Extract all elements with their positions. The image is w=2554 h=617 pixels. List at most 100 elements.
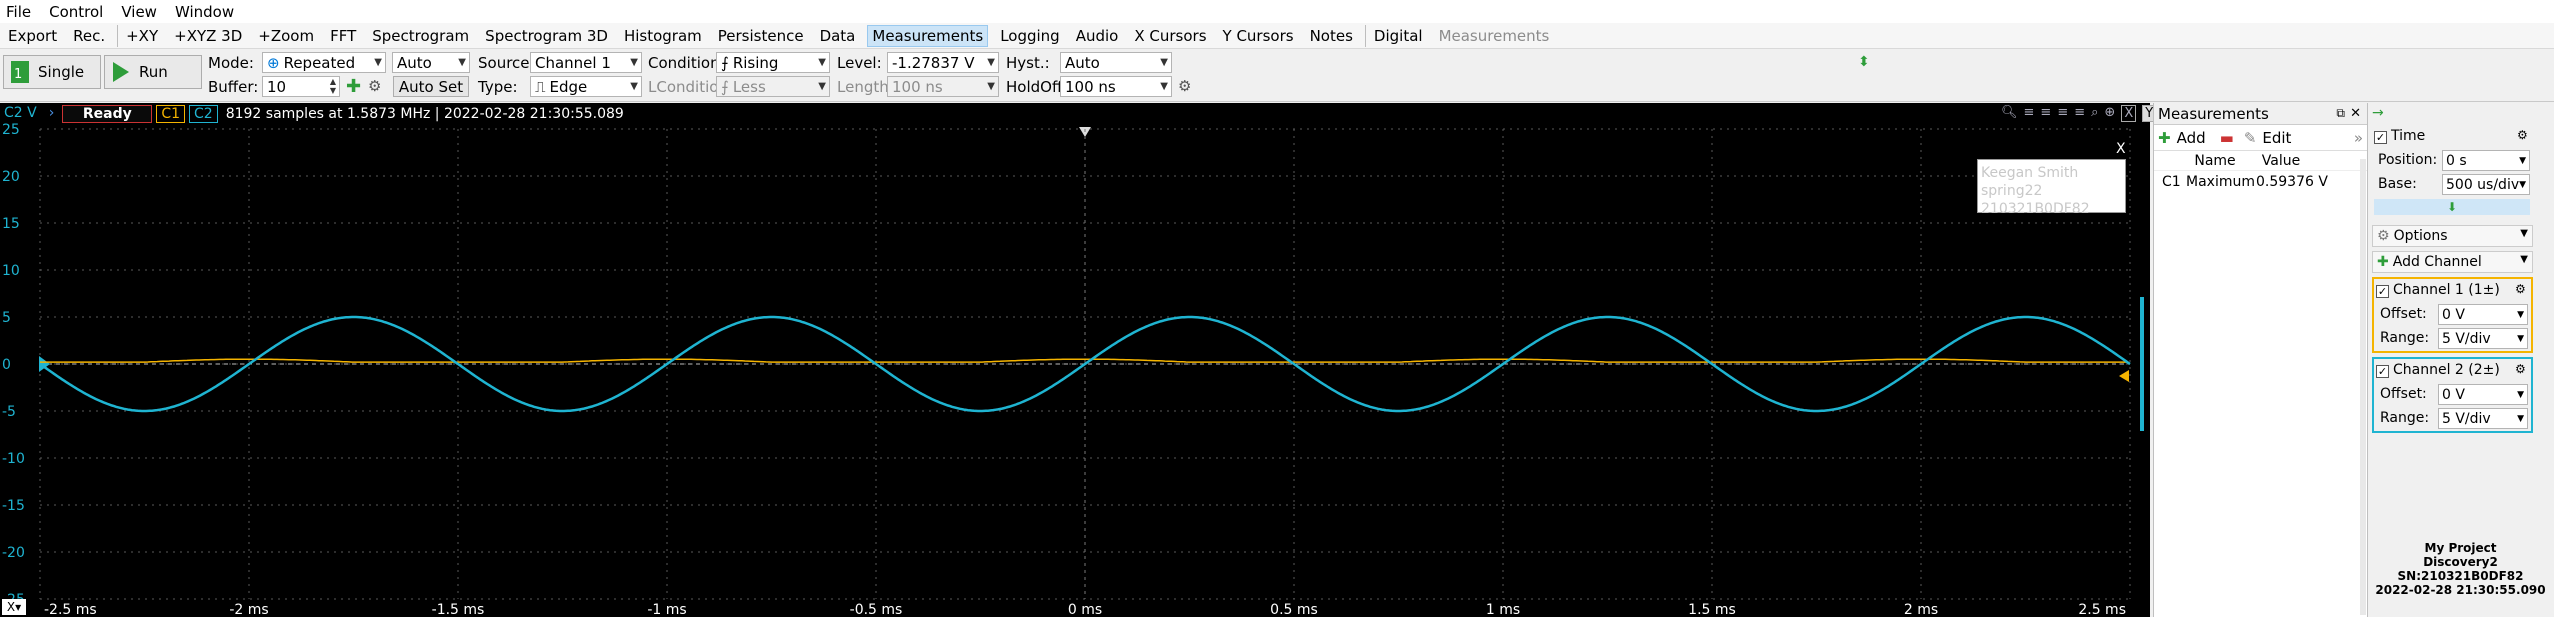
chevron-down-icon: ▼	[374, 57, 382, 68]
tab-notes-16[interactable]: Notes	[1306, 25, 1357, 47]
align-right-icon[interactable]: ≡	[2057, 105, 2068, 122]
x-tick-label: 1.5 ms	[1688, 602, 1736, 617]
fit-icon[interactable]: ≡	[2074, 105, 2085, 122]
ch2-offset-input[interactable]: 0 V ▼	[2438, 384, 2528, 405]
measurements-scrollbar[interactable]	[2360, 159, 2366, 615]
run-button[interactable]: Run	[104, 55, 202, 89]
x-tick-label: 1 ms	[1486, 602, 1520, 617]
buffer-spinbox[interactable]: 10 ▲ ▼	[262, 76, 340, 97]
tab-audio-13[interactable]: Audio	[1072, 25, 1123, 47]
tab-measurements[interactable]: Measurements	[867, 24, 989, 47]
tab-x-cursors-14[interactable]: X Cursors	[1130, 25, 1210, 47]
menu-view[interactable]: View	[121, 3, 157, 21]
holdoff-settings-icon[interactable]: ⚙	[1178, 77, 1191, 95]
base-select[interactable]: 500 us/div ▼	[2442, 174, 2530, 195]
channel-2-checkbox[interactable]: ✓	[2376, 365, 2389, 378]
trigger-auto-select[interactable]: Auto ▼	[392, 52, 470, 73]
align-center-icon[interactable]: ≡	[2040, 105, 2051, 122]
tab-y-cursors-15[interactable]: Y Cursors	[1219, 25, 1298, 47]
trigger-position-arrow-icon: ⬍	[1858, 54, 1870, 70]
tab-fft[interactable]: FFT	[326, 25, 360, 47]
ch2-offset-label: Offset:	[2380, 386, 2427, 402]
remove-measurement-icon[interactable]: ▬	[2220, 129, 2234, 147]
repeat-icon: ⊕	[267, 53, 280, 72]
x-axis-button[interactable]: X	[2121, 105, 2137, 122]
single-button[interactable]: 1 Single	[3, 55, 101, 89]
ch2-offset-value: 0 V	[2442, 386, 2465, 403]
oscilloscope-plot[interactable]: -2.5 ms -2 ms -1.5 ms -1 ms -0.5 ms 0 ms 0.5 m…	[0, 103, 2157, 617]
tab-zoom[interactable]: +Zoom	[254, 25, 318, 47]
col-header-name[interactable]: Name	[2184, 153, 2246, 169]
options-dropdown[interactable]: ⚙ Options ▼	[2372, 225, 2533, 247]
time-settings-icon[interactable]: ⚙	[2517, 128, 2528, 142]
device-name: Discovery2	[2423, 555, 2498, 569]
ch1-offset-input[interactable]: 0 V ▼	[2438, 304, 2528, 325]
series-line-c1	[40, 358, 2128, 363]
level-input[interactable]: -1.27837 V ▼	[887, 52, 999, 73]
plot-canvas[interactable]: -2.5 ms -2 ms -1.5 ms -1 ms -0.5 ms 0 ms 0.5 m…	[0, 103, 2150, 617]
float-panel-icon[interactable]: ⧉	[2336, 106, 2345, 121]
chevron-right-icon[interactable]: ›	[45, 105, 59, 123]
hyst-select[interactable]: Auto ▼	[1060, 52, 1172, 73]
tab-data[interactable]: Data	[816, 25, 860, 47]
ch2-range-select[interactable]: 5 V/div ▼	[2438, 408, 2528, 429]
channel-2-settings-icon[interactable]: ⚙	[2515, 362, 2526, 376]
channel-2-header[interactable]: ✓ Channel 2 (2±)	[2376, 362, 2500, 378]
ch1-range-select[interactable]: 5 V/div ▼	[2438, 328, 2528, 349]
axis-channel-tag[interactable]: C2 V	[0, 105, 41, 123]
chevron-down-icon: ▼	[2520, 254, 2528, 265]
add-measurement-icon[interactable]: ✚	[2158, 129, 2171, 147]
condition-select[interactable]: ⨍ Rising ▼	[716, 52, 830, 73]
length-input[interactable]: 100 ns ▼	[887, 76, 999, 97]
tab-measurements-18[interactable]: Measurements	[1435, 25, 1554, 47]
time-checkbox[interactable]: ✓	[2374, 131, 2387, 144]
auto-set-button[interactable]: Auto Set	[393, 76, 469, 97]
holdoff-input[interactable]: 100 ns ▼	[1060, 76, 1172, 97]
channel-1-checkbox[interactable]: ✓	[2376, 285, 2389, 298]
tab-spectrogram-3d[interactable]: Spectrogram 3D	[481, 25, 612, 47]
table-row[interactable]: C1 Maximum 0.59376 V	[2154, 171, 2367, 193]
edit-icon[interactable]: ✎	[2244, 129, 2257, 147]
menu-window[interactable]: Window	[175, 3, 234, 21]
add-icon[interactable]: ✚	[346, 76, 361, 97]
type-select[interactable]: ⎍ Edge ▼	[530, 76, 642, 97]
settings-gear-icon[interactable]: ⚙	[368, 77, 381, 95]
menu-control[interactable]: Control	[49, 3, 103, 21]
magnify-icon[interactable]: ⊕	[2104, 105, 2115, 122]
close-panel-icon[interactable]: ✕	[2350, 106, 2361, 121]
zoom-in-icon[interactable]: 🔍︎	[2001, 105, 2018, 122]
source-select[interactable]: Channel 1 ▼	[530, 52, 642, 73]
search-icon[interactable]: ⌕	[2091, 105, 2098, 122]
align-left-icon[interactable]: ≡	[2024, 105, 2035, 122]
tab-spectrogram[interactable]: Spectrogram	[368, 25, 473, 47]
time-expand-button[interactable]: ⬇	[2374, 199, 2530, 215]
tab-xyz-3d[interactable]: +XYZ 3D	[170, 25, 246, 47]
lcondition-select[interactable]: ⨍ Less ▼	[716, 76, 830, 97]
add-channel-button[interactable]: ✚ Add Channel ▼	[2372, 251, 2533, 273]
add-measurement-button[interactable]: Add	[2177, 129, 2206, 147]
menu-file[interactable]: File	[6, 3, 31, 21]
position-input[interactable]: 0 s ▼	[2442, 150, 2530, 171]
time-header[interactable]: ✓ Time	[2374, 128, 2425, 144]
tab-xy[interactable]: +XY	[117, 24, 162, 47]
channel-1-tag[interactable]: C1	[156, 105, 186, 123]
collapse-arrow-icon[interactable]: →	[2372, 105, 2384, 121]
spin-arrows-icon[interactable]: ▲ ▼	[330, 77, 336, 95]
tab-logging-12[interactable]: Logging	[996, 25, 1064, 47]
tab-export[interactable]: Export	[4, 25, 61, 47]
close-note-icon[interactable]: X	[2116, 141, 2126, 157]
zoom-toolbar: 🔍︎ ≡ ≡ ≡ ≡ ⌕ ⊕ X Y	[2001, 105, 2157, 122]
channel-2-tag[interactable]: C2	[189, 105, 218, 123]
tab-histogram[interactable]: Histogram	[620, 25, 706, 47]
channel-1-settings-icon[interactable]: ⚙	[2515, 282, 2526, 296]
channel-1-header[interactable]: ✓ Channel 1 (1±)	[2376, 282, 2500, 298]
mode-select[interactable]: ⊕ Repeated ▼	[262, 52, 386, 73]
tab-persistence[interactable]: Persistence	[714, 25, 808, 47]
col-header-value[interactable]: Value	[2246, 153, 2316, 169]
edit-measurement-button[interactable]: Edit	[2262, 129, 2291, 147]
chevron-double-right-icon[interactable]: »	[2354, 129, 2363, 147]
tab-rec[interactable]: Rec.	[69, 25, 109, 47]
tab-digital-17[interactable]: Digital	[1364, 24, 1427, 47]
plot-note[interactable]: Keegan Smith spring22 210321B0DF82	[1977, 159, 2126, 217]
axis-corner-button[interactable]: X▾	[2, 599, 26, 615]
